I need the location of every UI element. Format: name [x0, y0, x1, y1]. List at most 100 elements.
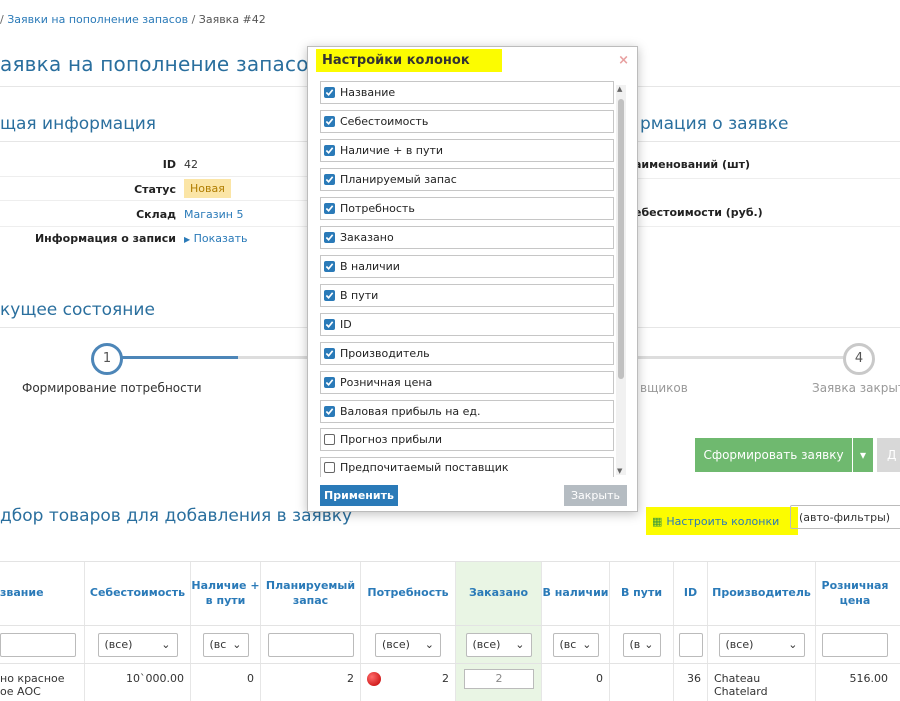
chevron-down-icon: ⌄ [788, 638, 798, 651]
header-planned[interactable]: Планируемый запас [261, 562, 361, 625]
row-divider [620, 178, 900, 179]
page-title: аявка на пополнение запасов [0, 52, 321, 76]
checkbox-checked-icon[interactable] [324, 377, 335, 388]
header-name[interactable]: звание [0, 562, 85, 625]
column-option-cost[interactable]: Себестоимость [320, 110, 614, 133]
column-option-in-stock[interactable]: В наличии [320, 255, 614, 278]
header-cost[interactable]: Себестоимость [85, 562, 191, 625]
column-option-maker[interactable]: Производитель [320, 342, 614, 365]
close-button[interactable]: Закрыть [564, 485, 627, 506]
checkbox-checked-icon[interactable] [324, 174, 335, 185]
header-in-stock[interactable]: В наличии [542, 562, 610, 625]
checkbox-checked-icon[interactable] [324, 261, 335, 272]
filter-stock-transit-select[interactable]: (вс ⌄ [202, 632, 249, 657]
current-state-title: кущее состояние [0, 300, 155, 320]
configure-columns-button[interactable]: ▦ Настроить колонки [646, 507, 798, 535]
table-header-row: звание Себестоимость Наличие + в пути Пл… [0, 562, 900, 626]
checkbox-checked-icon[interactable] [324, 348, 335, 359]
column-option-retail-price[interactable]: Розничная цена [320, 371, 614, 394]
column-option-stock-transit[interactable]: Наличие + в пути [320, 139, 614, 162]
cell-planned: 2 [261, 664, 361, 701]
table-filter-row: (все) ⌄ (вс ⌄ (все) ⌄ (все) ⌄ (вс ⌄ (в ⌄ (все)… [0, 626, 900, 664]
filter-ordered-select[interactable]: (все) ⌄ [465, 632, 532, 657]
progress-line [238, 356, 308, 359]
chevron-down-icon: ⌄ [582, 638, 592, 651]
checkbox-checked-icon[interactable] [324, 406, 335, 417]
filter-planned-input[interactable] [267, 632, 354, 657]
filter-name-input[interactable] [0, 632, 76, 657]
cell-ordered: 2 [456, 664, 542, 701]
breadcrumb-parent-link[interactable]: Заявки на пополнение запасов [7, 13, 188, 26]
checkbox-checked-icon[interactable] [324, 145, 335, 156]
show-record-info-link[interactable]: ▶ Показать [184, 232, 248, 245]
filter-id-input[interactable] [678, 632, 703, 657]
column-option-ordered[interactable]: Заказано [320, 226, 614, 249]
scroll-up-icon[interactable]: ▲ [617, 85, 622, 93]
table-row[interactable]: но красное ое АОС 10`000.00 0 2 2 2 0 36… [0, 664, 900, 701]
chevron-down-icon: ⌄ [515, 638, 525, 651]
checkbox-checked-icon[interactable] [324, 232, 335, 243]
column-settings-modal: Настройки колонок × Название Себестоимос… [307, 46, 638, 512]
chevron-down-icon: ⌄ [644, 638, 654, 651]
header-id[interactable]: ID [674, 562, 708, 625]
column-option-planned[interactable]: Планируемый запас [320, 168, 614, 191]
form-request-dropdown-button[interactable]: ▾ [853, 438, 873, 472]
step-1-label: Формирование потребности [22, 381, 202, 395]
status-label: Статус [134, 183, 176, 196]
status-badge: Новая [184, 179, 231, 198]
total-cost-label: ебестоимости (руб.) [634, 206, 763, 219]
column-option-gross-profit[interactable]: Валовая прибыль на ед. [320, 400, 614, 423]
need-value: 2 [442, 672, 449, 685]
ordered-input[interactable]: 2 [464, 669, 534, 689]
column-option-name[interactable]: Название [320, 81, 614, 104]
filter-cost-select[interactable]: (все) ⌄ [97, 632, 178, 657]
header-price[interactable]: Розничная цена [816, 562, 894, 625]
checkbox-unchecked-icon[interactable] [324, 462, 335, 473]
progress-line [638, 356, 844, 359]
auto-filters-select[interactable]: (авто-фильтры) [790, 505, 900, 529]
checkbox-unchecked-icon[interactable] [324, 434, 335, 445]
header-need[interactable]: Потребность [361, 562, 456, 625]
header-stock-transit[interactable]: Наличие + в пути [191, 562, 261, 625]
checkbox-checked-icon[interactable] [324, 290, 335, 301]
filter-maker-select[interactable]: (все) ⌄ [718, 632, 805, 657]
warehouse-link[interactable]: Магазин 5 [184, 208, 243, 221]
warehouse-label: Склад [136, 208, 176, 221]
cell-name: но красное ое АОС [0, 664, 85, 701]
checkbox-checked-icon[interactable] [324, 203, 335, 214]
column-list: Название Себестоимость Наличие + в пути … [308, 47, 639, 477]
header-ordered[interactable]: Заказано [456, 562, 542, 625]
scrollbar-thumb[interactable] [618, 99, 624, 379]
checkbox-checked-icon[interactable] [324, 87, 335, 98]
chevron-down-icon: ⌄ [424, 638, 434, 651]
need-status-dot [367, 672, 381, 686]
id-value: 42 [184, 158, 198, 171]
header-in-transit[interactable]: В пути [610, 562, 674, 625]
scroll-down-icon[interactable]: ▼ [617, 467, 622, 475]
filter-in-transit-select[interactable]: (в ⌄ [622, 632, 661, 657]
column-option-id[interactable]: ID [320, 313, 614, 336]
header-maker[interactable]: Производитель [708, 562, 816, 625]
column-option-preferred-supplier[interactable]: Предпочитаемый поставщик [320, 457, 614, 477]
filter-need-select[interactable]: (все) ⌄ [375, 632, 441, 657]
cell-cost: 10`000.00 [85, 664, 191, 701]
row-divider [0, 200, 310, 201]
modal-scrollbar[interactable]: ▲ ▼ [616, 85, 626, 475]
column-option-need[interactable]: Потребность [320, 197, 614, 220]
checkbox-checked-icon[interactable] [324, 319, 335, 330]
general-info-title: щая информация [0, 114, 157, 134]
checkbox-checked-icon[interactable] [324, 116, 335, 127]
breadcrumb: / Заявки на пополнение запасов / Заявка … [0, 13, 266, 26]
cell-stock-transit: 0 [191, 664, 261, 701]
apply-button[interactable]: Применить [320, 485, 398, 506]
column-option-profit-forecast[interactable]: Прогноз прибыли [320, 428, 614, 451]
row-divider [0, 226, 310, 227]
configure-columns-label: Настроить колонки [666, 514, 780, 528]
row-divider [0, 176, 310, 177]
column-option-in-transit[interactable]: В пути [320, 284, 614, 307]
filter-in-stock-select[interactable]: (вс ⌄ [552, 632, 599, 657]
step-1-circle: 1 [91, 343, 123, 375]
form-request-button[interactable]: Сформировать заявку [695, 438, 852, 472]
partial-button[interactable]: Д [877, 438, 900, 472]
filter-price-input[interactable] [822, 632, 888, 657]
